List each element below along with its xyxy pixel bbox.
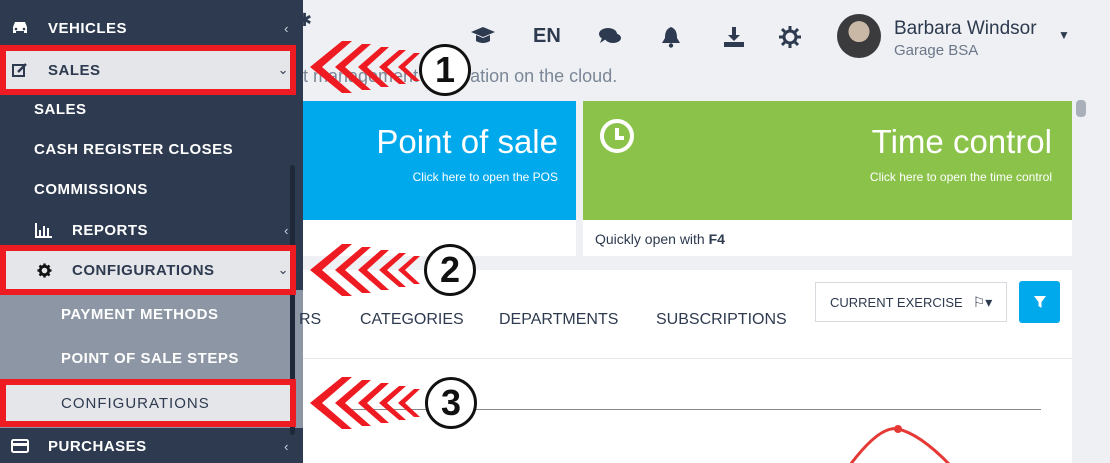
sidebar-item-cash-register-closes[interactable]: CASH REGISTER CLOSES [0, 129, 303, 169]
card-icon [10, 439, 30, 453]
step-3-badge: 3 [425, 377, 477, 429]
sidebar-item-configurations[interactable]: CONFIGURATIONS ⌄ [0, 250, 303, 290]
sidebar-item-label: REPORTS [72, 221, 149, 239]
tab-subscriptions[interactable]: SUBSCRIPTIONS [656, 311, 787, 329]
tab-departments[interactable]: DEPARTMENTS [499, 311, 618, 329]
comments-icon[interactable] [598, 26, 622, 52]
time-control-title: Time control [871, 123, 1052, 160]
exercise-label: CURRENT EXERCISE [830, 294, 963, 310]
step-1-badge: 1 [419, 44, 471, 96]
sidebar-item-reports[interactable]: REPORTS ‹ [0, 210, 303, 250]
sidebar-item-payment-methods[interactable]: PAYMENT METHODS [0, 294, 303, 334]
graduation-cap-icon[interactable] [470, 26, 496, 52]
sidebar-item-label: COMMISSIONS [34, 180, 148, 198]
user-company: Garage BSA [894, 42, 979, 59]
sidebar-item-label: POINT OF SALE STEPS [61, 349, 239, 367]
sidebar-item-label: SALES [34, 100, 87, 118]
sidebar-item-label: PAYMENT METHODS [61, 305, 219, 323]
sidebar-item-label: CONFIGURATIONS [61, 394, 210, 412]
tab-partial[interactable]: RS [299, 311, 321, 329]
edit-icon [10, 62, 30, 78]
sidebar-item-label: CASH REGISTER CLOSES [34, 140, 234, 158]
highlight-configurations-sub: CONFIGURATIONS [0, 379, 296, 427]
annotation-arrow-1 [310, 41, 420, 93]
footer-text: Quickly open with [595, 231, 709, 247]
time-control-footer: Quickly open with F4 [583, 220, 1072, 256]
bar-chart-icon [34, 222, 54, 238]
time-control-subtitle: Click here to open the time control [869, 170, 1052, 184]
sidebar-item-label: CONFIGURATIONS [72, 261, 215, 279]
sidebar-item-vehicles[interactable]: VEHICLES ‹ [0, 8, 303, 48]
language-selector[interactable]: EN [533, 25, 561, 48]
annotation-arrow-3 [310, 377, 420, 429]
sidebar-item-commissions[interactable]: COMMISSIONS [0, 169, 303, 209]
settings-icon[interactable] [779, 26, 801, 54]
shortcut-key: F4 [708, 231, 725, 247]
chevron-down-icon: ⌄ [277, 262, 289, 277]
chevron-left-icon: ‹ [284, 20, 289, 36]
time-control-card[interactable]: Time control Click here to open the time… [583, 101, 1072, 220]
gear-icon [34, 262, 54, 278]
current-exercise-dropdown[interactable]: CURRENT EXERCISE ⚐▾ [815, 282, 1007, 322]
caret-down-icon[interactable]: ▼ [1058, 28, 1070, 42]
highlight-configurations: CONFIGURATIONS ⌄ [0, 245, 296, 295]
sidebar-item-label: PURCHASES [48, 437, 147, 455]
pos-card-title: Point of sale [376, 123, 558, 160]
sidebar-item-label: VEHICLES [48, 19, 128, 37]
sidebar-item-sales-list[interactable]: SALES [0, 89, 303, 129]
sidebar-item-configurations-sub[interactable]: CONFIGURATIONS [0, 383, 303, 423]
step-2-badge: 2 [424, 244, 476, 296]
annotation-arrow-2 [310, 244, 420, 296]
filter-button[interactable] [1019, 281, 1060, 323]
sidebar-item-label: SALES [48, 61, 101, 79]
settings-icon[interactable]: ✱ [297, 10, 312, 31]
filter-icon [1033, 296, 1046, 308]
user-name[interactable]: Barbara Windsor [894, 18, 1037, 40]
sidebar-item-pos-steps[interactable]: POINT OF SALE STEPS [0, 338, 303, 378]
tab-categories[interactable]: CATEGORIES [360, 311, 464, 329]
chevron-left-icon: ‹ [284, 438, 289, 454]
flag-icon: ⚐▾ [972, 293, 993, 310]
highlight-sales: SALES ⌄ [0, 45, 296, 95]
sidebar-item-purchases[interactable]: PURCHASES ‹ [0, 426, 303, 463]
chart-line-series [849, 425, 951, 463]
sidebar-item-sales[interactable]: SALES ⌄ [0, 50, 303, 90]
clock-icon [600, 119, 634, 153]
avatar[interactable] [837, 14, 881, 58]
chevron-down-icon: ⌄ [277, 62, 289, 77]
car-icon [10, 21, 30, 35]
page-scrollbar[interactable] [1076, 100, 1086, 117]
download-icon[interactable] [723, 26, 745, 54]
pos-card[interactable]: Point of sale Click here to open the POS [303, 101, 576, 220]
divider [303, 358, 1072, 359]
bell-icon[interactable] [661, 26, 681, 54]
pos-card-subtitle: Click here to open the POS [412, 170, 558, 184]
chevron-left-icon: ‹ [284, 222, 289, 238]
